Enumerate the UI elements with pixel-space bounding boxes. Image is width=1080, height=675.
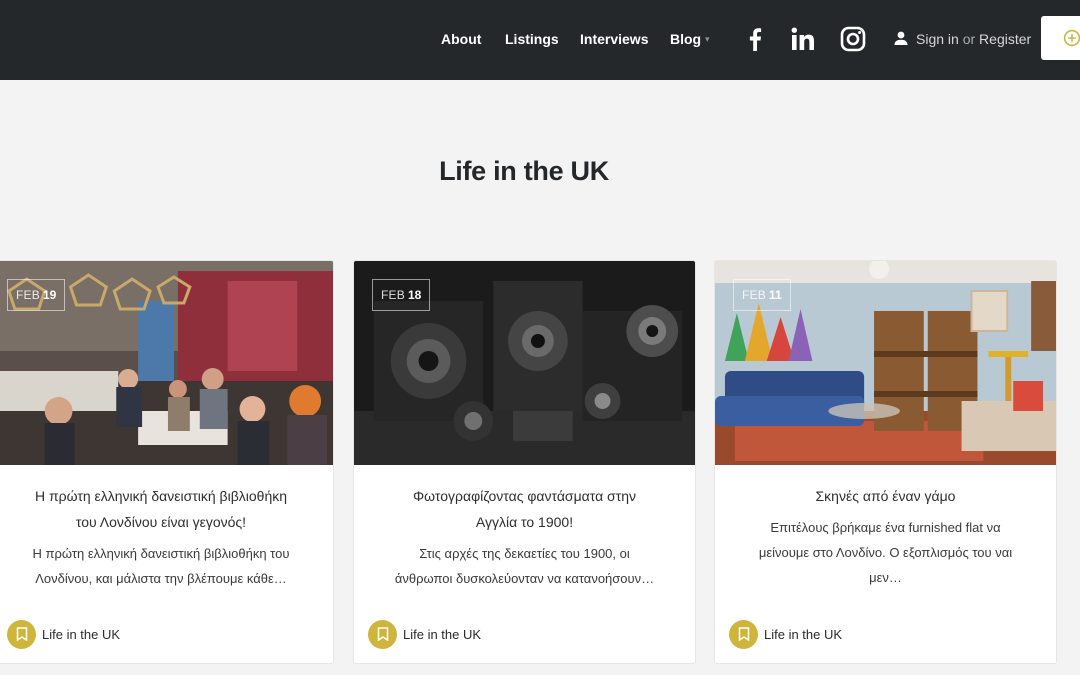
facebook-icon[interactable] [740, 24, 770, 54]
post-excerpt-line: Λονδίνου, και μάλιστα την βλέπουμε κάθε… [35, 571, 287, 586]
post-excerpt-line: μεν… [869, 570, 902, 585]
date-badge: FEB 18 [372, 279, 431, 311]
chevron-down-icon[interactable]: ▾ [705, 30, 713, 48]
section-title: Life in the UK [439, 156, 609, 186]
post-excerpt: Η πρώτη ελληνική δανειστική βιβλιοθήκη τ… [5, 541, 317, 591]
add-listing-button[interactable] [1041, 16, 1080, 60]
post-title-line: Αγγλία το 1900! [475, 514, 574, 530]
post-category[interactable]: Life in the UK [368, 619, 481, 649]
post-image-library[interactable]: FEB 19 [0, 261, 333, 465]
post-title[interactable]: Σκηνές από έναν γάμο [731, 483, 1040, 509]
sign-in-link[interactable]: Sign in [916, 31, 959, 47]
post-image-cameras[interactable]: FEB 18 [354, 261, 695, 465]
date-badge: FEB 11 [733, 279, 791, 311]
post-excerpt-line: άνθρωποι δυσκολεύονταν να κατανοήσουν… [394, 571, 655, 586]
bookmark-icon [368, 619, 397, 649]
post-card[interactable]: FEB 11 Σκηνές από έναν γάμο Επιτέλους βρή… [714, 260, 1057, 664]
post-category-label: Life in the UK [764, 626, 843, 642]
post-title-line: του Λονδίνου είναι γεγονός! [75, 514, 247, 530]
nav-interviews[interactable]: Interviews [580, 30, 648, 48]
date-month: FEB [16, 288, 40, 302]
site-header: About Listings Interviews Blog ▾ Sign in… [0, 0, 1080, 80]
post-title-line: Η πρώτη ελληνική δανειστική βιβλιοθήκη [34, 488, 288, 504]
post-category-label: Life in the UK [42, 626, 121, 642]
post-category-label: Life in the UK [403, 626, 482, 642]
date-month: FEB [742, 288, 766, 302]
date-badge: FEB 19 [7, 279, 66, 311]
post-category[interactable]: Life in the UK [7, 619, 120, 649]
post-card[interactable]: FEB 18 Φωτογραφίζοντας φαντάσματα στην Αγ… [353, 260, 696, 664]
post-excerpt-line: Επιτέλους βρήκαμε ένα furnished flat να [770, 520, 1001, 535]
bookmark-icon [729, 619, 758, 649]
auth-links: Sign in or Register [916, 30, 1031, 48]
date-day: 18 [407, 288, 422, 302]
date-day: 11 [768, 288, 782, 302]
date-day: 19 [42, 288, 57, 302]
post-excerpt-line: Στις αρχές της δεκαετίες του 1900, οι [419, 546, 630, 561]
instagram-icon[interactable] [838, 24, 868, 54]
post-card[interactable]: FEB 19 Η πρώτη ελληνική δανειστική βιβλιο… [0, 260, 334, 664]
user-icon[interactable] [893, 30, 909, 46]
post-title-line: Σκηνές από έναν γάμο [815, 488, 956, 504]
post-image-living-room[interactable]: FEB 11 [715, 261, 1056, 465]
post-category[interactable]: Life in the UK [729, 619, 842, 649]
post-title-line: Φωτογραφίζοντας φαντάσματα στην [412, 488, 637, 504]
post-title[interactable]: Φωτογραφίζοντας φαντάσματα στην Αγγλία τ… [370, 483, 679, 535]
post-title[interactable]: Η πρώτη ελληνική δανειστική βιβλιοθήκη τ… [5, 483, 317, 535]
post-excerpt: Επιτέλους βρήκαμε ένα furnished flat να … [731, 515, 1040, 590]
nav-listings[interactable]: Listings [505, 30, 559, 48]
linkedin-icon[interactable] [788, 24, 818, 54]
plus-circle-icon [1063, 29, 1080, 47]
bookmark-icon [7, 619, 36, 649]
post-excerpt: Στις αρχές της δεκαετίες του 1900, οι άν… [370, 541, 679, 591]
post-excerpt-line: μείνουμε στο Λονδίνο. Ο εξοπλισμός του ν… [758, 545, 1013, 560]
post-excerpt-line: Η πρώτη ελληνική δανειστική βιβλιοθήκη τ… [32, 546, 290, 561]
auth-or-text: or [962, 31, 976, 47]
date-month: FEB [381, 288, 405, 302]
register-link[interactable]: Register [979, 31, 1031, 47]
nav-blog[interactable]: Blog [670, 30, 701, 48]
nav-about[interactable]: About [441, 30, 481, 48]
